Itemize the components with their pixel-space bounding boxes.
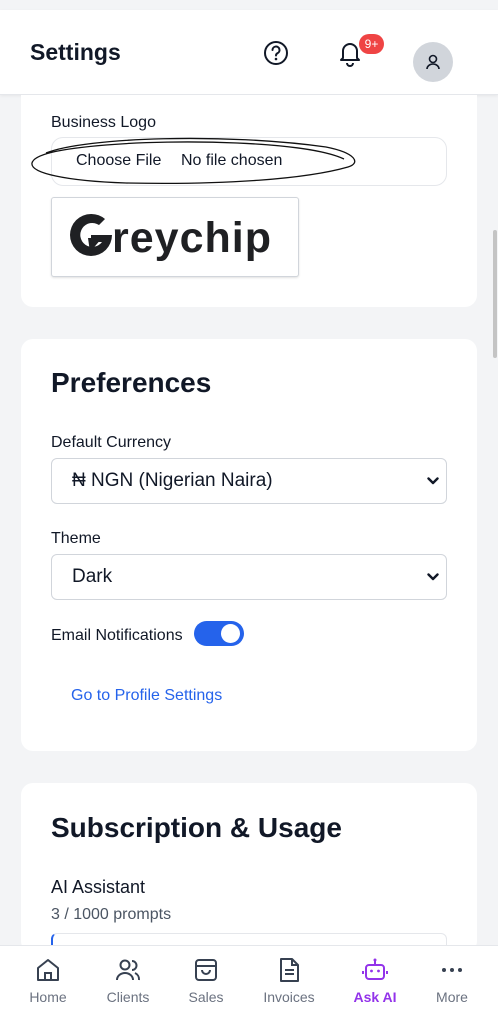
logo-mark-icon xyxy=(70,213,112,256)
help-icon[interactable] xyxy=(262,39,290,67)
shopping-bag-icon xyxy=(195,959,217,981)
page-title: Settings xyxy=(30,39,121,65)
nav-more-label: More xyxy=(436,989,468,1005)
nav-clients-label: Clients xyxy=(106,989,150,1005)
ai-usage-text: 3 / 1000 prompts xyxy=(51,906,172,923)
business-logo-card: Business Logo Choose File No file chosen… xyxy=(21,95,477,307)
theme-value: Dark xyxy=(72,566,113,587)
bottom-nav: Home Clients Sales Invoices Ask AI More xyxy=(0,945,498,1024)
chevron-down-icon xyxy=(427,477,439,485)
preferences-title: Preferences xyxy=(51,367,212,398)
logo-text: reychip xyxy=(112,214,272,262)
scrollbar[interactable] xyxy=(493,230,497,358)
theme-select[interactable]: Dark xyxy=(51,554,447,600)
currency-value: ₦ NGN (Nigerian Naira) xyxy=(72,470,273,491)
ai-assistant-label: AI Assistant xyxy=(51,877,146,897)
subscription-title: Subscription & Usage xyxy=(51,812,342,843)
notification-badge: 9+ xyxy=(359,34,384,54)
users-icon xyxy=(116,959,140,981)
business-logo-preview: reychip xyxy=(51,197,299,277)
business-logo-label: Business Logo xyxy=(51,114,156,131)
nav-clients[interactable]: Clients xyxy=(88,946,168,1024)
profile-settings-link[interactable]: Go to Profile Settings xyxy=(71,687,222,705)
nav-more[interactable]: More xyxy=(412,946,492,1024)
currency-select[interactable]: ₦ NGN (Nigerian Naira) xyxy=(51,458,447,504)
email-notifications-label: Email Notifications xyxy=(51,627,183,644)
preferences-card: Preferences Default Currency ₦ NGN (Nige… xyxy=(21,339,477,751)
subscription-card: Subscription & Usage AI Assistant 3 / 10… xyxy=(21,783,477,955)
nav-ask-ai-label: Ask AI xyxy=(353,989,397,1005)
currency-label: Default Currency xyxy=(51,434,172,451)
avatar[interactable] xyxy=(413,42,453,82)
document-icon xyxy=(280,958,299,982)
home-icon xyxy=(37,959,59,981)
more-icon xyxy=(442,968,462,972)
robot-icon xyxy=(362,958,388,980)
choose-file-button[interactable]: Choose File xyxy=(76,152,161,170)
toggle-knob xyxy=(221,624,240,643)
chevron-down-icon xyxy=(427,573,439,581)
status-strip xyxy=(0,0,498,10)
logo-file-input[interactable]: Choose File No file chosen xyxy=(31,137,447,186)
nav-home-label: Home xyxy=(29,989,67,1005)
app-header: Settings 9+ xyxy=(0,10,498,95)
file-status-text: No file chosen xyxy=(181,152,283,169)
nav-invoices-label: Invoices xyxy=(263,989,315,1005)
nav-sales-label: Sales xyxy=(188,989,224,1005)
theme-label: Theme xyxy=(51,530,101,547)
email-notifications-toggle[interactable] xyxy=(194,621,244,646)
user-icon xyxy=(426,54,440,70)
nav-invoices[interactable]: Invoices xyxy=(249,946,329,1024)
nav-home[interactable]: Home xyxy=(8,946,88,1024)
nav-ask-ai[interactable]: Ask AI xyxy=(335,946,415,1024)
nav-sales[interactable]: Sales xyxy=(166,946,246,1024)
